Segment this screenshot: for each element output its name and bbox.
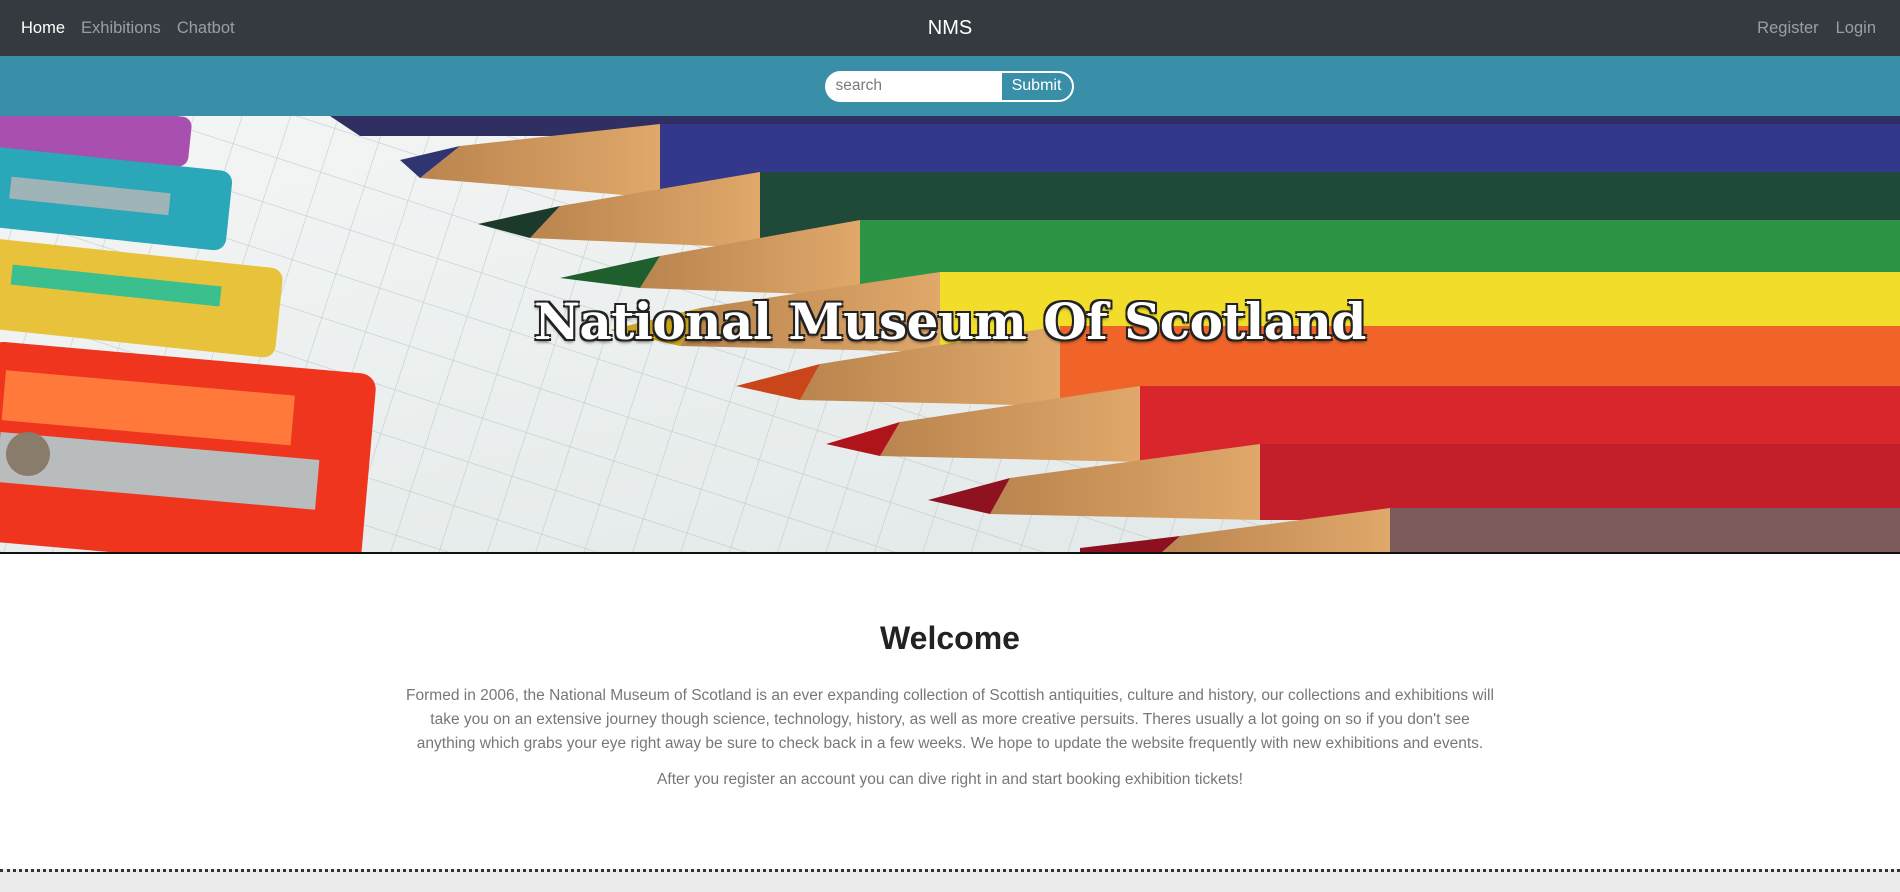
nav-link-exhibitions[interactable]: Exhibitions	[81, 19, 161, 38]
brand-container: NMS	[0, 0, 1900, 56]
submit-button[interactable]: Submit	[1001, 72, 1072, 100]
hero-banner: National Museum Of Scotland	[0, 116, 1900, 554]
welcome-intro-text: Formed in 2006, the National Museum of S…	[406, 687, 1494, 752]
search-input[interactable]	[826, 72, 1002, 100]
register-cta-text: After you register an account you can di…	[657, 771, 1243, 788]
nav-link-chatbot[interactable]: Chatbot	[177, 19, 235, 38]
search-form: Submit	[824, 70, 1074, 102]
welcome-heading: Welcome	[880, 620, 1020, 656]
hero-title: National Museum Of Scotland	[534, 292, 1366, 351]
search-bar: Submit	[0, 56, 1900, 116]
nav-link-register[interactable]: Register	[1757, 19, 1818, 38]
footer-strip	[0, 869, 1900, 892]
nav-right-group: Register Login	[1757, 0, 1876, 56]
nav-link-home[interactable]: Home	[21, 19, 65, 38]
nav-link-login[interactable]: Login	[1836, 19, 1876, 38]
nav-left-group: Home Exhibitions Chatbot	[21, 0, 235, 56]
brand-logo-text[interactable]: NMS	[928, 17, 972, 40]
top-navbar: Home Exhibitions Chatbot NMS Register Lo…	[0, 0, 1900, 56]
